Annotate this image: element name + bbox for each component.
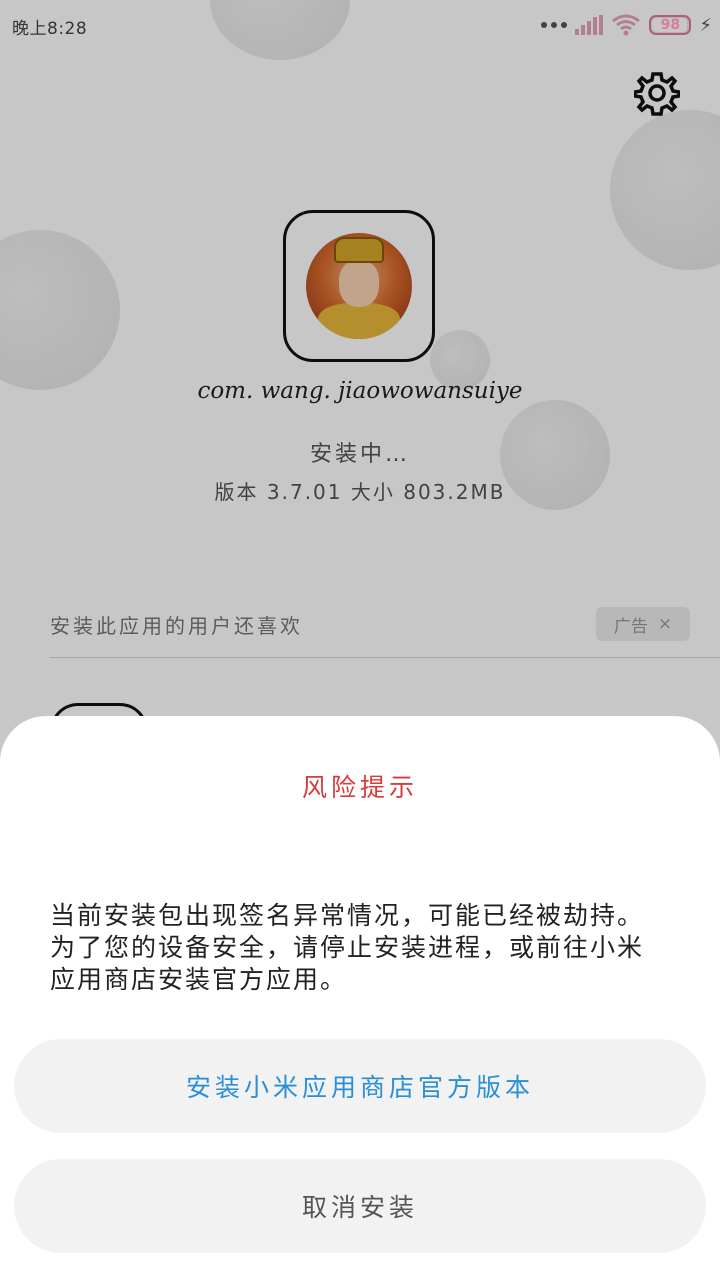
dialog-title: 风险提示 xyxy=(301,773,418,802)
risk-dialog: 风险提示 当前安装包出现签名异常情况，可能已经被劫持。为了您的设备安全，请停止安… xyxy=(0,716,720,1280)
cancel-install-button[interactable]: 取消安装 xyxy=(14,1159,706,1253)
install-official-store-button[interactable]: 安装小米应用商店官方版本 xyxy=(14,1039,706,1133)
battery-level: 98 xyxy=(660,17,681,33)
dialog-message: 当前安装包出现签名异常情况，可能已经被劫持。为了您的设备安全，请停止安装进程，或… xyxy=(50,901,645,994)
